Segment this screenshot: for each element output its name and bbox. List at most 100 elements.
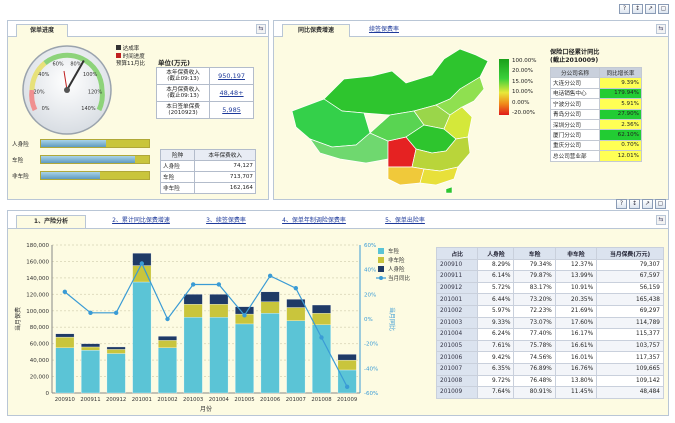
legend-marker [379, 276, 383, 280]
bar-life [158, 336, 177, 341]
expand-button[interactable]: ⇆ [256, 24, 266, 34]
gauge: 0%20%40%60% 80%100%120%140% [22, 45, 112, 135]
help-button[interactable]: ? [619, 4, 630, 14]
bar-life [81, 343, 100, 348]
maximize-button[interactable]: ▢ [655, 199, 666, 209]
tab-analysis-1[interactable]: 1、产险分析 [16, 215, 86, 228]
ranking-rate: 0.70% [599, 139, 642, 152]
cell-value: 79.34% [513, 258, 556, 272]
resize-button[interactable]: ↕ [629, 199, 640, 209]
y-tick-label: 20,000 [30, 375, 50, 381]
bar-auto [158, 347, 177, 394]
row-month: 201003 [435, 316, 479, 330]
col-header: 非车险 [554, 247, 598, 260]
summary-label: 本日签单保费 (2010923) [155, 101, 211, 119]
cell-value: 21.69% [554, 304, 598, 318]
gauge-hub [64, 87, 70, 93]
row-month: 200910 [435, 258, 479, 272]
bottom-window-buttons: ? ↕ ↗ ▢ [616, 199, 666, 209]
cell-value: 73.07% [513, 316, 556, 330]
expand-button[interactable]: ⇆ [656, 24, 666, 34]
gauge-tick-label: 20% [33, 89, 44, 95]
table-row: 201001 6.44% 73.20% 20.35% 165,438 [435, 293, 664, 306]
cell-value: 67,597 [596, 270, 664, 283]
tab-yoy-growth[interactable]: 同比保费增速 [282, 24, 350, 37]
tab-analysis-2[interactable]: 2、累计同比保费增速 [96, 215, 186, 228]
tab-analysis-4[interactable]: 4、保单年制调险保费率 [266, 215, 362, 228]
table-row: 201007 6.35% 76.89% 16.76% 109,665 [435, 362, 664, 376]
bar-nonauto [106, 349, 126, 354]
table-row: 201002 5.97% 72.23% 21.69% 69,297 [435, 304, 664, 318]
cell-value: 48,484 [596, 386, 664, 399]
bar-life [260, 291, 280, 302]
tab-analysis-5[interactable]: 5、保单出险率 [370, 215, 440, 228]
resize-button[interactable]: ↕ [632, 4, 643, 14]
product-premium: 162,164 [194, 182, 256, 194]
gauge-legend: 达成率 时间进度 预算11月比 [116, 45, 145, 68]
maximize-button[interactable]: ▢ [658, 4, 669, 14]
window-buttons: ? ↕ ↗ ▢ [619, 4, 669, 14]
row-month: 201004 [435, 328, 479, 341]
cell-value: 76.89% [513, 362, 556, 376]
y-tick-label: 160,000 [26, 259, 49, 265]
tab-analysis-3[interactable]: 3、续签保费率 [194, 215, 258, 228]
cell-value: 73.20% [513, 293, 556, 306]
tab-renewal-rate[interactable]: 续签保费率 [354, 24, 414, 37]
y-tick-label: 40,000 [30, 358, 50, 364]
y-tick-label: 0 [46, 391, 50, 397]
share-table: 占比 人身险 车险 非车险 当月保费(万元) 200910 8.29% 79.34% 12.3… [435, 247, 664, 399]
ranking-rate: 5.91% [599, 98, 642, 110]
bar-nonauto [132, 265, 152, 283]
cell-value: 77.40% [513, 328, 556, 341]
table-row: 200911 6.14% 79.87% 13.99% 67,597 [435, 270, 664, 283]
table-row: 201008 9.72% 76.48% 13.80% 109,142 [435, 374, 664, 388]
progress-track [40, 171, 150, 180]
y2-tick-label: -20% [364, 342, 378, 348]
bar-life [183, 294, 203, 305]
expand-button[interactable]: ⇆ [656, 215, 666, 225]
summary-label: 本年保费收入 (截止09:13) [155, 67, 211, 85]
region-hainan [445, 186, 453, 194]
product-name: 人身险 [159, 160, 196, 172]
y2-tick-label: 40% [364, 268, 376, 274]
ranking-branch: 大连分公司 [549, 77, 601, 89]
map-legend-bar [499, 59, 509, 115]
legend-label: 非车险 [388, 256, 405, 264]
cell-value: 16.61% [554, 339, 598, 353]
legend-achievement: 达成率 [122, 46, 140, 52]
cell-value: 5.97% [477, 304, 515, 318]
cell-value: 16.01% [554, 351, 598, 364]
cell-value: 75.78% [513, 339, 556, 353]
help-button[interactable]: ? [616, 199, 627, 209]
bar-auto [106, 353, 126, 394]
cell-value: 74.56% [513, 351, 556, 364]
map-legend-label: 100.00% [512, 58, 537, 64]
col-branch: 分公司名称 [549, 66, 601, 79]
cell-value: 5.72% [477, 281, 515, 295]
summary-value-link[interactable]: 5,985 [222, 106, 241, 114]
row-month: 200911 [435, 270, 479, 283]
product-row: 车险 713,707 [159, 171, 256, 183]
col-annual-premium: 本年保费收入 [194, 149, 256, 161]
tab-progress[interactable]: 保单进度 [16, 24, 68, 37]
legend-swatch [378, 266, 384, 272]
y2-tick-label: 60% [364, 243, 376, 249]
legend-label: 当月同比 [388, 274, 411, 282]
popout-button[interactable]: ↗ [645, 4, 656, 14]
gauge-tick-label: 140% [81, 106, 96, 112]
row-month: 200912 [435, 281, 479, 295]
popout-button[interactable]: ↗ [642, 199, 653, 209]
row-month: 201005 [435, 339, 479, 353]
cell-value: 9.42% [477, 351, 515, 364]
bar-auto [209, 317, 229, 394]
gauge-tick-label: 60% [53, 61, 64, 67]
yoy-point [62, 289, 68, 295]
summary-value-link[interactable]: 950,197 [218, 72, 245, 80]
ranking-rate: 179.94% [599, 87, 642, 100]
summary-value-link[interactable]: 48,48+ [220, 89, 244, 97]
yoy-point [88, 310, 93, 316]
cell-value: 9.33% [477, 316, 515, 330]
table-row: 200912 5.72% 83.17% 10.91% 56,159 [435, 281, 664, 295]
y2-axis-title: 当月同比 [388, 307, 396, 331]
cell-value: 103,757 [596, 339, 664, 353]
